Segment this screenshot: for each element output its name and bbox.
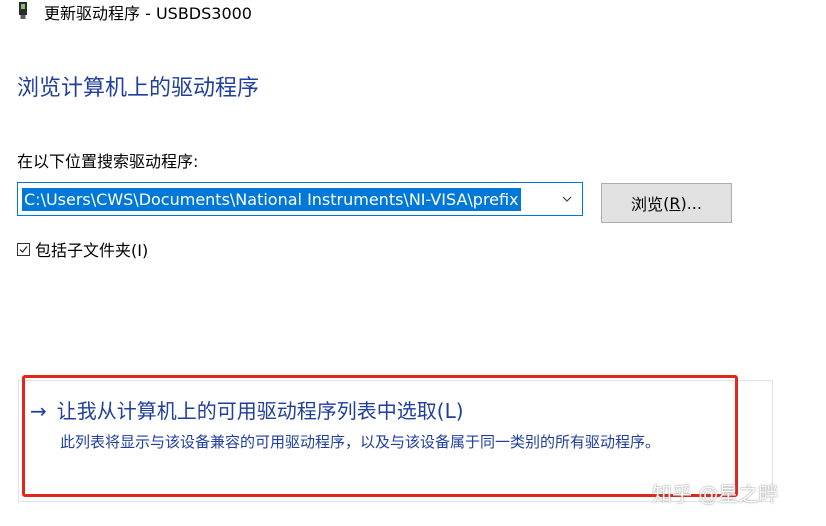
watermark: 知乎 @星之畔 — [652, 482, 779, 506]
browse-button-shortcut: R — [669, 193, 681, 213]
page-title: 浏览计算机上的驱动程序 — [17, 76, 260, 101]
include-subfolders-label: 包括子文件夹(I) — [35, 241, 149, 260]
title-bar: 更新驱动程序 - USBDS3000 — [18, 0, 252, 24]
include-subfolders-option[interactable]: 包括子文件夹(I) — [17, 237, 148, 261]
window-title: 更新驱动程序 - USBDS3000 — [44, 4, 252, 23]
search-location-label: 在以下位置搜索驱动程序: — [17, 152, 199, 171]
pick-from-list-title[interactable]: 让我从计算机上的可用驱动程序列表中选取(L) — [57, 396, 464, 426]
driver-path-input[interactable]: C:\Users\CWS\Documents\National Instrume… — [22, 188, 521, 211]
usb-device-icon — [18, 1, 28, 19]
browse-button[interactable]: 浏览(R)... — [601, 183, 732, 223]
arrow-right-icon: → — [30, 399, 47, 423]
driver-path-combobox[interactable]: C:\Users\CWS\Documents\National Instrume… — [17, 182, 583, 216]
pick-from-list-link[interactable]: → 让我从计算机上的可用驱动程序列表中选取(L) — [30, 396, 464, 426]
chevron-down-icon[interactable] — [560, 190, 574, 208]
browse-button-ellipsis: ... — [686, 193, 702, 213]
pick-from-list-description: 此列表将显示与该设备兼容的可用驱动程序，以及与该设备属于同一类别的所有驱动程序。 — [60, 433, 661, 451]
browse-button-label: 浏览 — [631, 195, 664, 214]
include-subfolders-checkbox[interactable] — [17, 242, 30, 256]
